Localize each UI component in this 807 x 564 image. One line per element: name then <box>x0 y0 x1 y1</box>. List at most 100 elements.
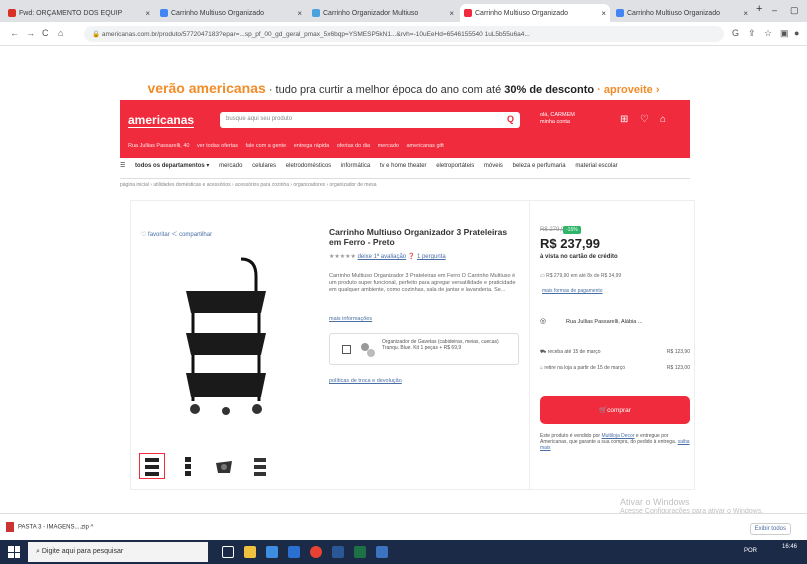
url-input[interactable]: 🔒 americanas.com.br/produto/5772047183?e… <box>84 26 724 42</box>
search-icon[interactable]: Q <box>507 114 514 124</box>
browser-tab[interactable]: Carrinho Organizador Multiuso × <box>308 4 458 22</box>
cart-thumb-icon <box>216 461 232 473</box>
kit-text: Organizador de Gavetas (cabideiras, meia… <box>382 339 499 351</box>
google-search-icon[interactable]: G <box>732 28 739 38</box>
thumbnail[interactable] <box>175 453 201 479</box>
address-bar: ← → C ⌂ 🔒 americanas.com.br/produto/5772… <box>0 22 807 46</box>
forward-icon[interactable]: → <box>26 28 35 38</box>
back-icon[interactable]: ← <box>10 28 19 38</box>
new-tab-button[interactable]: + <box>756 3 762 15</box>
chevron-up-icon[interactable]: ^ <box>90 525 93 531</box>
close-icon[interactable]: × <box>598 9 606 18</box>
profile-icon[interactable]: ● <box>794 28 799 38</box>
task-view-icon[interactable] <box>222 546 234 558</box>
search-input[interactable]: busque aqui seu produto Q <box>220 112 520 128</box>
americanas-icon <box>464 9 472 17</box>
payment-options-link[interactable]: mais formas de pagamento <box>542 288 603 294</box>
thumbnail[interactable] <box>139 453 165 479</box>
window-icon[interactable]: ▢ <box>790 5 799 16</box>
minimize-icon[interactable]: – <box>772 5 777 15</box>
more-info-link[interactable]: mais informações <box>329 316 372 322</box>
buy-button[interactable]: 🛒 comprar <box>540 396 690 424</box>
store-icon[interactable] <box>266 546 278 558</box>
cart-thumb-icon <box>185 457 191 476</box>
category-item[interactable]: beleza e perfumaria <box>513 163 566 169</box>
category-item[interactable]: tv e home theater <box>380 163 427 169</box>
review-link[interactable]: deixe 1ª avaliação <box>358 254 407 260</box>
file-explorer-icon[interactable] <box>244 546 256 558</box>
favorite-link[interactable]: favoritar <box>148 232 170 238</box>
sidebar-icon[interactable]: ▣ <box>780 28 789 39</box>
category-item[interactable]: informática <box>341 163 370 169</box>
share-icon[interactable]: ＜ <box>171 232 179 238</box>
edge-icon[interactable] <box>288 546 300 558</box>
heart-icon[interactable]: ♡ <box>640 114 649 125</box>
breadcrumb[interactable]: página inicial › utilidades domésticas e… <box>120 178 690 190</box>
subnav-item[interactable]: entrega rápida <box>294 143 329 149</box>
share-link[interactable]: compartilhar <box>179 232 212 238</box>
excel-icon[interactable] <box>354 546 366 558</box>
thumbnail[interactable] <box>247 453 273 479</box>
gift-icon[interactable]: ⊞ <box>620 114 628 125</box>
browser-tab[interactable]: Carrinho Multiuso Organizado × <box>612 4 752 22</box>
cart-icon[interactable]: ⌂ <box>660 114 666 125</box>
shipping-option: ⛟ receba até 15 de março R$ 123,90 <box>540 349 690 356</box>
user-account-link: minha conta <box>540 119 570 125</box>
category-item[interactable]: eletrodomésticos <box>286 163 331 169</box>
category-item[interactable]: mercado <box>219 163 242 169</box>
close-icon[interactable]: × <box>446 9 454 18</box>
zip-file-icon <box>6 522 14 532</box>
category-item[interactable]: eletroportáteis <box>436 163 474 169</box>
shipping-value: R$ 123,00 <box>666 365 690 371</box>
reload-icon[interactable]: C <box>42 28 49 38</box>
chrome-icon[interactable] <box>310 546 322 558</box>
language-indicator[interactable]: POR <box>744 548 757 554</box>
outlook-icon[interactable] <box>376 546 388 558</box>
show-all-button[interactable]: Exibir todos <box>749 523 791 535</box>
return-policy-link[interactable]: políticas de troca e devolução <box>329 378 402 384</box>
kit-offer[interactable]: Organizador de Gavetas (cabideiras, meia… <box>329 333 519 365</box>
subnav-item[interactable]: ofertas do dia <box>337 143 370 149</box>
subnav-item[interactable]: americanas gift <box>407 143 444 149</box>
home-icon[interactable]: ⌂ <box>58 28 63 38</box>
star-icon[interactable]: ☆ <box>764 28 772 39</box>
question-link[interactable]: 1 pergunta <box>417 254 446 260</box>
price-cash-label: à vista no cartão de crédito <box>540 254 618 260</box>
browser-tab[interactable]: Fwd: ORÇAMENTO DOS EQUIP × <box>4 4 154 22</box>
truck-icon: ⛟ <box>540 349 548 355</box>
browser-tab-active[interactable]: Carrinho Multiuso Organizado × <box>460 4 610 22</box>
heart-icon[interactable]: ♡ <box>141 232 148 238</box>
account-menu[interactable]: olá, CARMEM minha conta <box>540 112 575 126</box>
subnav-item[interactable]: ver todas ofertas <box>197 143 238 149</box>
clock[interactable]: 16:46 <box>782 544 797 551</box>
tab-label: Carrinho Multiuso Organizado <box>475 9 568 17</box>
close-icon[interactable]: × <box>294 9 302 18</box>
store-name: Rua Jullias Passarelli, Alábia ... <box>566 319 643 325</box>
subnav-item[interactable]: mercado <box>378 143 399 149</box>
promo-banner[interactable]: verão americanas · tudo pra curtir a mel… <box>0 68 807 98</box>
category-item[interactable]: material escolar <box>575 163 617 169</box>
location-link[interactable]: Rua Jullias Passarelli, 40 <box>128 143 189 149</box>
thumbnail[interactable] <box>211 453 237 479</box>
category-item[interactable]: celulares <box>252 163 276 169</box>
product-image[interactable] <box>171 251 281 421</box>
tab-label: Carrinho Multiuso Organizado <box>627 9 720 17</box>
browser-tab[interactable]: Carrinho Multiuso Organizado × <box>156 4 306 22</box>
share-icon[interactable]: ⇪ <box>748 28 756 39</box>
word-icon[interactable] <box>332 546 344 558</box>
promo-cta[interactable]: · aproveite › <box>594 84 659 96</box>
promo-brand: verão americanas <box>147 80 266 96</box>
close-icon[interactable]: × <box>142 9 150 18</box>
category-item[interactable]: móveis <box>484 163 503 169</box>
subnav-item[interactable]: fale com a gente <box>245 143 286 149</box>
all-departments-menu[interactable]: ☰ todos os departamentos ▾ <box>120 163 209 169</box>
americanas-logo[interactable]: americanas <box>128 113 195 128</box>
kit-checkbox[interactable] <box>342 345 351 354</box>
close-icon[interactable]: × <box>740 9 748 18</box>
store-selector[interactable]: ◎ Rua Jullias Passarelli, Alábia ... <box>540 313 690 333</box>
taskbar-search[interactable]: ⌕ Digite aqui para pesquisar <box>28 542 208 562</box>
product-title: Carrinho Multiuso Organizador 3 Pratelei… <box>329 227 508 247</box>
windows-start-icon[interactable] <box>8 546 20 558</box>
taskbar: ⌕ Digite aqui para pesquisar POR 16:46 <box>0 540 807 564</box>
download-item[interactable]: PASTA 3 - IMAGENS....zip ^ <box>6 522 93 532</box>
